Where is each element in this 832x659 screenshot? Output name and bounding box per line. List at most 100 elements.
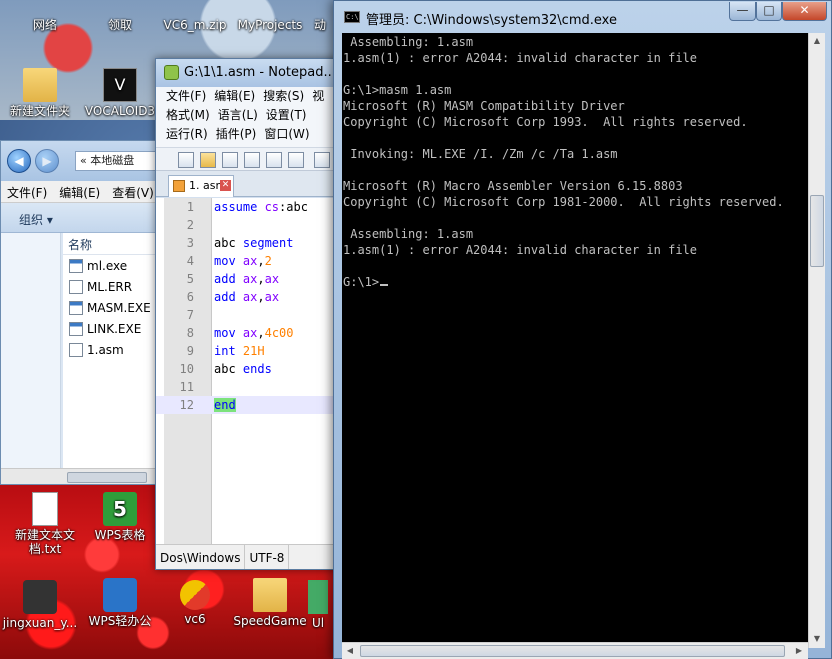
npp-menu-run[interactable]: 运行(R)	[166, 125, 216, 144]
network-icon	[28, 0, 62, 16]
app-icon	[23, 580, 57, 614]
code-line[interactable]: 7	[156, 306, 339, 324]
desktop-icon-myprojects[interactable]: MyProjects	[230, 0, 310, 32]
menu-edit[interactable]: 编辑(E)	[53, 181, 106, 202]
code-line[interactable]: 8 mov ax,4c00	[156, 324, 339, 342]
code-token: ,	[257, 326, 265, 340]
code-line[interactable]: 2	[156, 216, 339, 234]
close-button[interactable]: ✕	[782, 2, 827, 21]
code-line[interactable]: 5 add ax,ax	[156, 270, 339, 288]
console-line: Assembling: 1.asm	[343, 35, 474, 49]
cmd-title-bar[interactable]: C:\ 管理员: C:\Windows\system32\cmd.exe — □…	[334, 1, 832, 33]
desktop-icon-new-text[interactable]: 新建文本文 档.txt	[5, 492, 85, 556]
folder-icon	[253, 578, 287, 612]
scroll-right-icon[interactable]: ▶	[791, 643, 807, 659]
npp-menu-window[interactable]: 窗口(W)	[264, 125, 317, 144]
maximize-button[interactable]: □	[756, 2, 782, 21]
scrollbar-thumb[interactable]	[360, 645, 785, 657]
code-text: end	[214, 396, 236, 414]
desktop-icon-jingxuan[interactable]: jingxuan_y...	[0, 580, 80, 630]
scroll-down-icon[interactable]: ▼	[809, 631, 825, 647]
desktop-icon-wps-office[interactable]: WPS轻办公	[80, 578, 160, 628]
explorer-window: ◀ ▶ « 本地磁盘 文件(F) 编辑(E) 查看(V) 组织 ▾ 名称 ml.…	[0, 140, 160, 485]
code-line[interactable]: 12 end	[156, 396, 339, 414]
scrollbar-thumb[interactable]	[810, 195, 824, 267]
desktop-icon-vocaloid[interactable]: V VOCALOID3	[80, 68, 160, 118]
npp-menu-view[interactable]: 视	[312, 87, 332, 106]
back-button[interactable]: ◀	[7, 149, 31, 173]
cmd-vertical-scrollbar[interactable]: ▲ ▼	[808, 33, 825, 648]
code-text: mov ax,2	[214, 252, 272, 270]
tab-1-asm[interactable]: 1. asm ✕	[168, 175, 234, 197]
app-icon	[308, 580, 328, 614]
explorer-horizontal-scrollbar[interactable]	[1, 468, 159, 484]
file-row[interactable]: ML.ERR	[63, 276, 159, 297]
code-token: segment	[242, 236, 294, 250]
scroll-up-icon[interactable]: ▲	[809, 33, 825, 49]
desktop-icon-vc6[interactable]: vc6	[155, 580, 235, 626]
desktop-icon-speedgame[interactable]: SpeedGame	[230, 578, 310, 628]
line-number: 9	[186, 344, 194, 358]
desktop-icon-network[interactable]: 网络	[5, 0, 85, 32]
desktop-icon-gift[interactable]: 领取	[80, 0, 160, 32]
file-row[interactable]: 1.asm	[63, 339, 159, 360]
file-row[interactable]: ml.exe	[63, 255, 159, 276]
line-number: 7	[186, 308, 194, 322]
desktop-icon-vc6-zip[interactable]: VC6_m.zip	[155, 0, 235, 32]
code-line[interactable]: 9 int 21H	[156, 342, 339, 360]
column-header-name[interactable]: 名称	[63, 233, 159, 255]
address-bar[interactable]: « 本地磁盘	[75, 151, 159, 171]
npp-menu-language[interactable]: 语言(L)	[218, 106, 266, 125]
scrollbar-thumb[interactable]	[67, 472, 147, 483]
menu-file[interactable]: 文件(F)	[1, 181, 53, 202]
forward-button[interactable]: ▶	[35, 149, 59, 173]
file-row[interactable]: MASM.EXE	[63, 297, 159, 318]
code-line[interactable]: 6 add ax,ax	[156, 288, 339, 306]
desktop-icon-new-folder[interactable]: 新建文件夹	[0, 68, 80, 118]
code-token: ax	[242, 326, 258, 340]
organize-button[interactable]: 组织 ▾	[19, 211, 53, 228]
code-line[interactable]: 10 abc ends	[156, 360, 339, 378]
desktop-icon-ul[interactable]: Ul	[300, 580, 336, 630]
print-icon[interactable]	[314, 152, 330, 168]
console-line: 1.asm(1) : error A2044: invalid characte…	[343, 51, 698, 65]
code-line[interactable]: 11	[156, 378, 339, 396]
code-token: ax	[242, 272, 258, 286]
npp-menu-plugins[interactable]: 插件(P)	[216, 125, 265, 144]
save-all-icon[interactable]	[244, 152, 260, 168]
console-output[interactable]: Assembling: 1.asm 1.asm(1) : error A2044:…	[342, 33, 816, 648]
npp-menu-edit[interactable]: 编辑(E)	[214, 87, 263, 106]
close-icon[interactable]: ✕	[220, 180, 231, 191]
menu-view[interactable]: 查看(V)	[106, 181, 159, 202]
desktop-icon-wps-sheet[interactable]: 5 WPS表格	[80, 492, 160, 542]
code-line[interactable]: 4 mov ax,2	[156, 252, 339, 270]
code-token: ax	[264, 272, 280, 286]
scroll-left-icon[interactable]: ◀	[342, 643, 358, 659]
npp-menu-file[interactable]: 文件(F)	[166, 87, 214, 106]
save-icon[interactable]	[222, 152, 238, 168]
exe-file-icon	[69, 258, 83, 273]
notepad-app-icon	[164, 65, 179, 80]
code-editor[interactable]: 1 assume cs:abc 2 3 abc segment 4 mov ax,2 5 a…	[156, 198, 339, 544]
npp-menu-search[interactable]: 搜索(S)	[263, 87, 312, 106]
minimize-button[interactable]: —	[729, 2, 756, 21]
cmd-horizontal-scrollbar[interactable]: ◀ ▶	[342, 642, 808, 659]
code-line[interactable]: 3 abc segment	[156, 234, 339, 252]
notepad-title: G:\1\1.asm - Notepad...	[184, 65, 336, 80]
close-all-icon[interactable]	[288, 152, 304, 168]
explorer-file-list: 名称 ml.exe ML.ERR MASM.EXE LINK.EXE 1.asm	[63, 233, 159, 468]
code-token: ax	[242, 290, 258, 304]
line-number: 4	[186, 254, 194, 268]
new-file-icon[interactable]	[178, 152, 194, 168]
open-file-icon[interactable]	[200, 152, 216, 168]
npp-menu-settings[interactable]: 设置(T)	[266, 106, 315, 125]
file-row[interactable]: LINK.EXE	[63, 318, 159, 339]
console-line: 1.asm(1) : error A2044: invalid characte…	[343, 243, 698, 257]
code-token: int	[214, 344, 243, 358]
code-line[interactable]: 1 assume cs:abc	[156, 198, 339, 216]
npp-menu-format[interactable]: 格式(M)	[166, 106, 218, 125]
close-file-icon[interactable]	[266, 152, 282, 168]
line-number: 11	[179, 380, 194, 394]
notepad-title-bar[interactable]: G:\1\1.asm - Notepad...	[156, 59, 339, 87]
notepad-menu-bar: 文件(F) 编辑(E) 搜索(S) 视 格式(M) 语言(L) 设置(T) 运行…	[156, 87, 339, 147]
